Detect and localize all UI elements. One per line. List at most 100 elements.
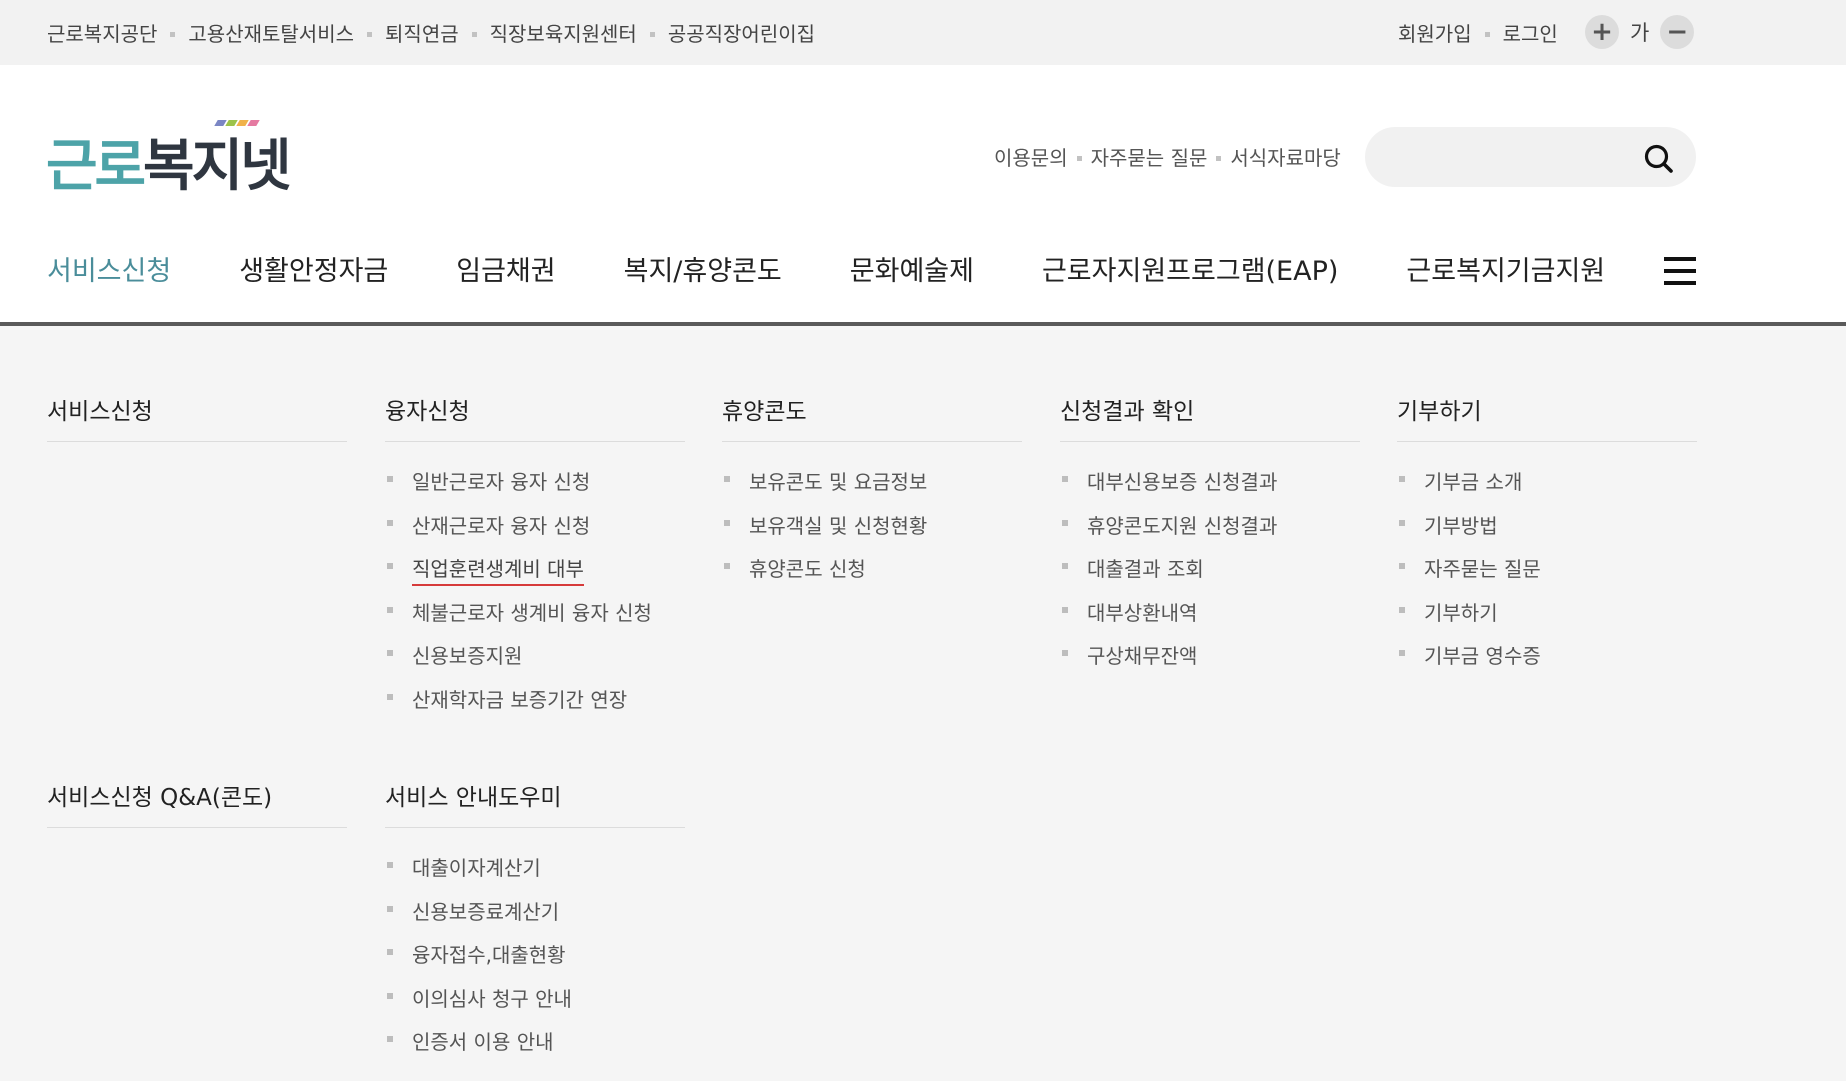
menu-link[interactable]: 기부하기 <box>1424 597 1498 626</box>
user-links: 회원가입 로그인 <box>1398 0 1558 65</box>
bullet-icon <box>387 476 393 482</box>
gnb-item-wage-claim[interactable]: 임금채권 <box>456 249 555 288</box>
menu-link[interactable]: 기부금 영수증 <box>1424 640 1541 669</box>
menu-item: 기부방법 <box>1397 510 1697 554</box>
menu-item: 기부금 영수증 <box>1397 640 1697 684</box>
logo-text-part-a: 근로 <box>46 134 146 199</box>
quick-link-forms[interactable]: 서식자료마당 <box>1230 142 1340 171</box>
separator-dot <box>1484 32 1490 37</box>
font-size-control: + 가 − <box>1585 15 1695 49</box>
bullet-icon <box>1062 650 1068 656</box>
separator-dot <box>367 32 373 37</box>
menu-link[interactable]: 체불근로자 생계비 융자 신청 <box>412 597 652 626</box>
menu-link[interactable]: 보유객실 및 신청현황 <box>749 510 927 539</box>
search-button[interactable] <box>1642 142 1676 176</box>
menu-link[interactable]: 대출결과 조회 <box>1087 553 1204 582</box>
menu-link[interactable]: 산재학자금 보증기간 연장 <box>412 684 627 713</box>
gnb-item-service-apply[interactable]: 서비스신청 <box>47 249 171 288</box>
bullet-icon <box>724 563 730 569</box>
menu-item: 대부상환내역 <box>1060 597 1360 641</box>
family-link-total-service[interactable]: 고용산재토탈서비스 <box>188 18 354 47</box>
menu-item: 이의심사 청구 안내 <box>385 983 685 1027</box>
bullet-icon <box>1062 563 1068 569</box>
menu-column-title[interactable]: 기부하기 <box>1397 392 1697 442</box>
separator-dot <box>649 32 655 37</box>
gnb-item-culture-festival[interactable]: 문화예술제 <box>850 249 974 288</box>
menu-link[interactable]: 일반근로자 융자 신청 <box>412 466 590 495</box>
gnb-item-living-fund[interactable]: 생활안정자금 <box>239 249 388 288</box>
menu-link[interactable]: 신용보증지원 <box>412 640 522 669</box>
menu-column-condo: 휴양콘도 보유콘도 및 요금정보 보유객실 및 신청현황 휴양콘도 신청 <box>722 392 1022 597</box>
menu-item: 보유콘도 및 요금정보 <box>722 466 1022 510</box>
login-link[interactable]: 로그인 <box>1503 18 1558 47</box>
menu-link[interactable]: 구상채무잔액 <box>1087 640 1197 669</box>
menu-item: 일반근로자 융자 신청 <box>385 466 685 510</box>
plus-icon: + <box>1591 17 1613 47</box>
menu-link[interactable]: 기부금 소개 <box>1424 466 1522 495</box>
mega-menu: 서비스신청 융자신청 일반근로자 융자 신청 산재근로자 융자 신청 직업훈련생… <box>0 326 1846 1081</box>
menu-column-service-guide: 서비스 안내도우미 대출이자계산기 신용보증료계산기 융자접수,대출현황 이의심… <box>385 778 685 1070</box>
menu-item: 신용보증지원 <box>385 640 685 684</box>
menu-link[interactable]: 보유콘도 및 요금정보 <box>749 466 927 495</box>
quick-link-inquiry[interactable]: 이용문의 <box>994 142 1068 171</box>
menu-column-title[interactable]: 신청결과 확인 <box>1060 392 1360 442</box>
search-input[interactable] <box>1389 137 1634 177</box>
quick-link-faq[interactable]: 자주묻는 질문 <box>1091 142 1208 171</box>
menu-column-title[interactable]: 서비스신청 <box>47 392 347 442</box>
menu-item: 자주묻는 질문 <box>1397 553 1697 597</box>
menu-column-donation: 기부하기 기부금 소개 기부방법 자주묻는 질문 기부하기 기부금 영수증 <box>1397 392 1697 684</box>
menu-link[interactable]: 대출이자계산기 <box>412 852 541 881</box>
menu-column-title[interactable]: 서비스신청 Q&A(콘도) <box>47 778 347 828</box>
menu-item: 산재근로자 융자 신청 <box>385 510 685 554</box>
menu-link[interactable]: 산재근로자 융자 신청 <box>412 510 590 539</box>
menu-link[interactable]: 신용보증료계산기 <box>412 896 559 925</box>
bullet-icon <box>724 519 730 526</box>
family-link-childcare-center[interactable]: 직장보육지원센터 <box>490 18 637 47</box>
menu-list: 일반근로자 융자 신청 산재근로자 융자 신청 직업훈련생계비 대부 체불근로자… <box>385 442 685 727</box>
bullet-icon <box>724 476 730 482</box>
menu-list: 기부금 소개 기부방법 자주묻는 질문 기부하기 기부금 영수증 <box>1397 442 1697 684</box>
menu-link[interactable]: 휴양콘도지원 신청결과 <box>1087 510 1277 539</box>
menu-column-title[interactable]: 서비스 안내도우미 <box>385 778 685 828</box>
gnb-item-welfare-fund[interactable]: 근로복지기금지원 <box>1406 249 1605 288</box>
separator-dot <box>1076 156 1082 161</box>
separator-dot <box>471 32 477 37</box>
bullet-icon <box>387 606 393 613</box>
gnb-item-welfare-condo[interactable]: 복지/휴양콘도 <box>624 249 782 288</box>
menu-link[interactable]: 인증서 이용 안내 <box>412 1026 554 1055</box>
bullet-icon <box>387 862 393 868</box>
menu-link[interactable]: 기부방법 <box>1424 510 1498 539</box>
menu-item: 구상채무잔액 <box>1060 640 1360 684</box>
hamburger-icon[interactable] <box>1664 257 1696 285</box>
family-link-daycare[interactable]: 공공직장어린이집 <box>668 18 815 47</box>
menu-link-hovered[interactable]: 직업훈련생계비 대부 <box>412 553 584 586</box>
bullet-icon <box>1399 563 1405 569</box>
bullet-icon <box>387 992 393 999</box>
site-logo[interactable]: 근로복지넷 <box>46 120 292 195</box>
menu-link[interactable]: 대부상환내역 <box>1087 597 1197 626</box>
family-link-pension[interactable]: 퇴직연금 <box>385 18 459 47</box>
menu-item: 신용보증료계산기 <box>385 896 685 940</box>
bullet-icon <box>387 1036 393 1042</box>
bullet-icon <box>387 650 393 656</box>
menu-column-title[interactable]: 융자신청 <box>385 392 685 442</box>
bullet-icon <box>1399 606 1405 613</box>
main-navigation: 서비스신청 생활안정자금 임금채권 복지/휴양콘도 문화예술제 근로자지원프로그… <box>47 248 1673 288</box>
signup-link[interactable]: 회원가입 <box>1398 18 1472 47</box>
bullet-icon <box>1062 519 1068 526</box>
menu-item: 인증서 이용 안내 <box>385 1026 685 1070</box>
menu-link[interactable]: 이의심사 청구 안내 <box>412 983 572 1012</box>
menu-list: 대출이자계산기 신용보증료계산기 융자접수,대출현황 이의심사 청구 안내 인증… <box>385 828 685 1070</box>
menu-link[interactable]: 융자접수,대출현황 <box>412 939 566 968</box>
menu-link[interactable]: 휴양콘도 신청 <box>749 553 866 582</box>
font-increase-button[interactable]: + <box>1585 15 1619 49</box>
family-link-kcomwel[interactable]: 근로복지공단 <box>47 18 157 47</box>
menu-item: 체불근로자 생계비 융자 신청 <box>385 597 685 641</box>
font-decrease-button[interactable]: − <box>1660 15 1695 49</box>
menu-link[interactable]: 대부신용보증 신청결과 <box>1087 466 1277 495</box>
gnb-item-eap[interactable]: 근로자지원프로그램(EAP) <box>1042 249 1338 288</box>
menu-link[interactable]: 자주묻는 질문 <box>1424 553 1541 582</box>
menu-column-loan: 융자신청 일반근로자 융자 신청 산재근로자 융자 신청 직업훈련생계비 대부 … <box>385 392 685 727</box>
menu-item: 대부신용보증 신청결과 <box>1060 466 1360 510</box>
menu-column-title[interactable]: 휴양콘도 <box>722 392 1022 442</box>
